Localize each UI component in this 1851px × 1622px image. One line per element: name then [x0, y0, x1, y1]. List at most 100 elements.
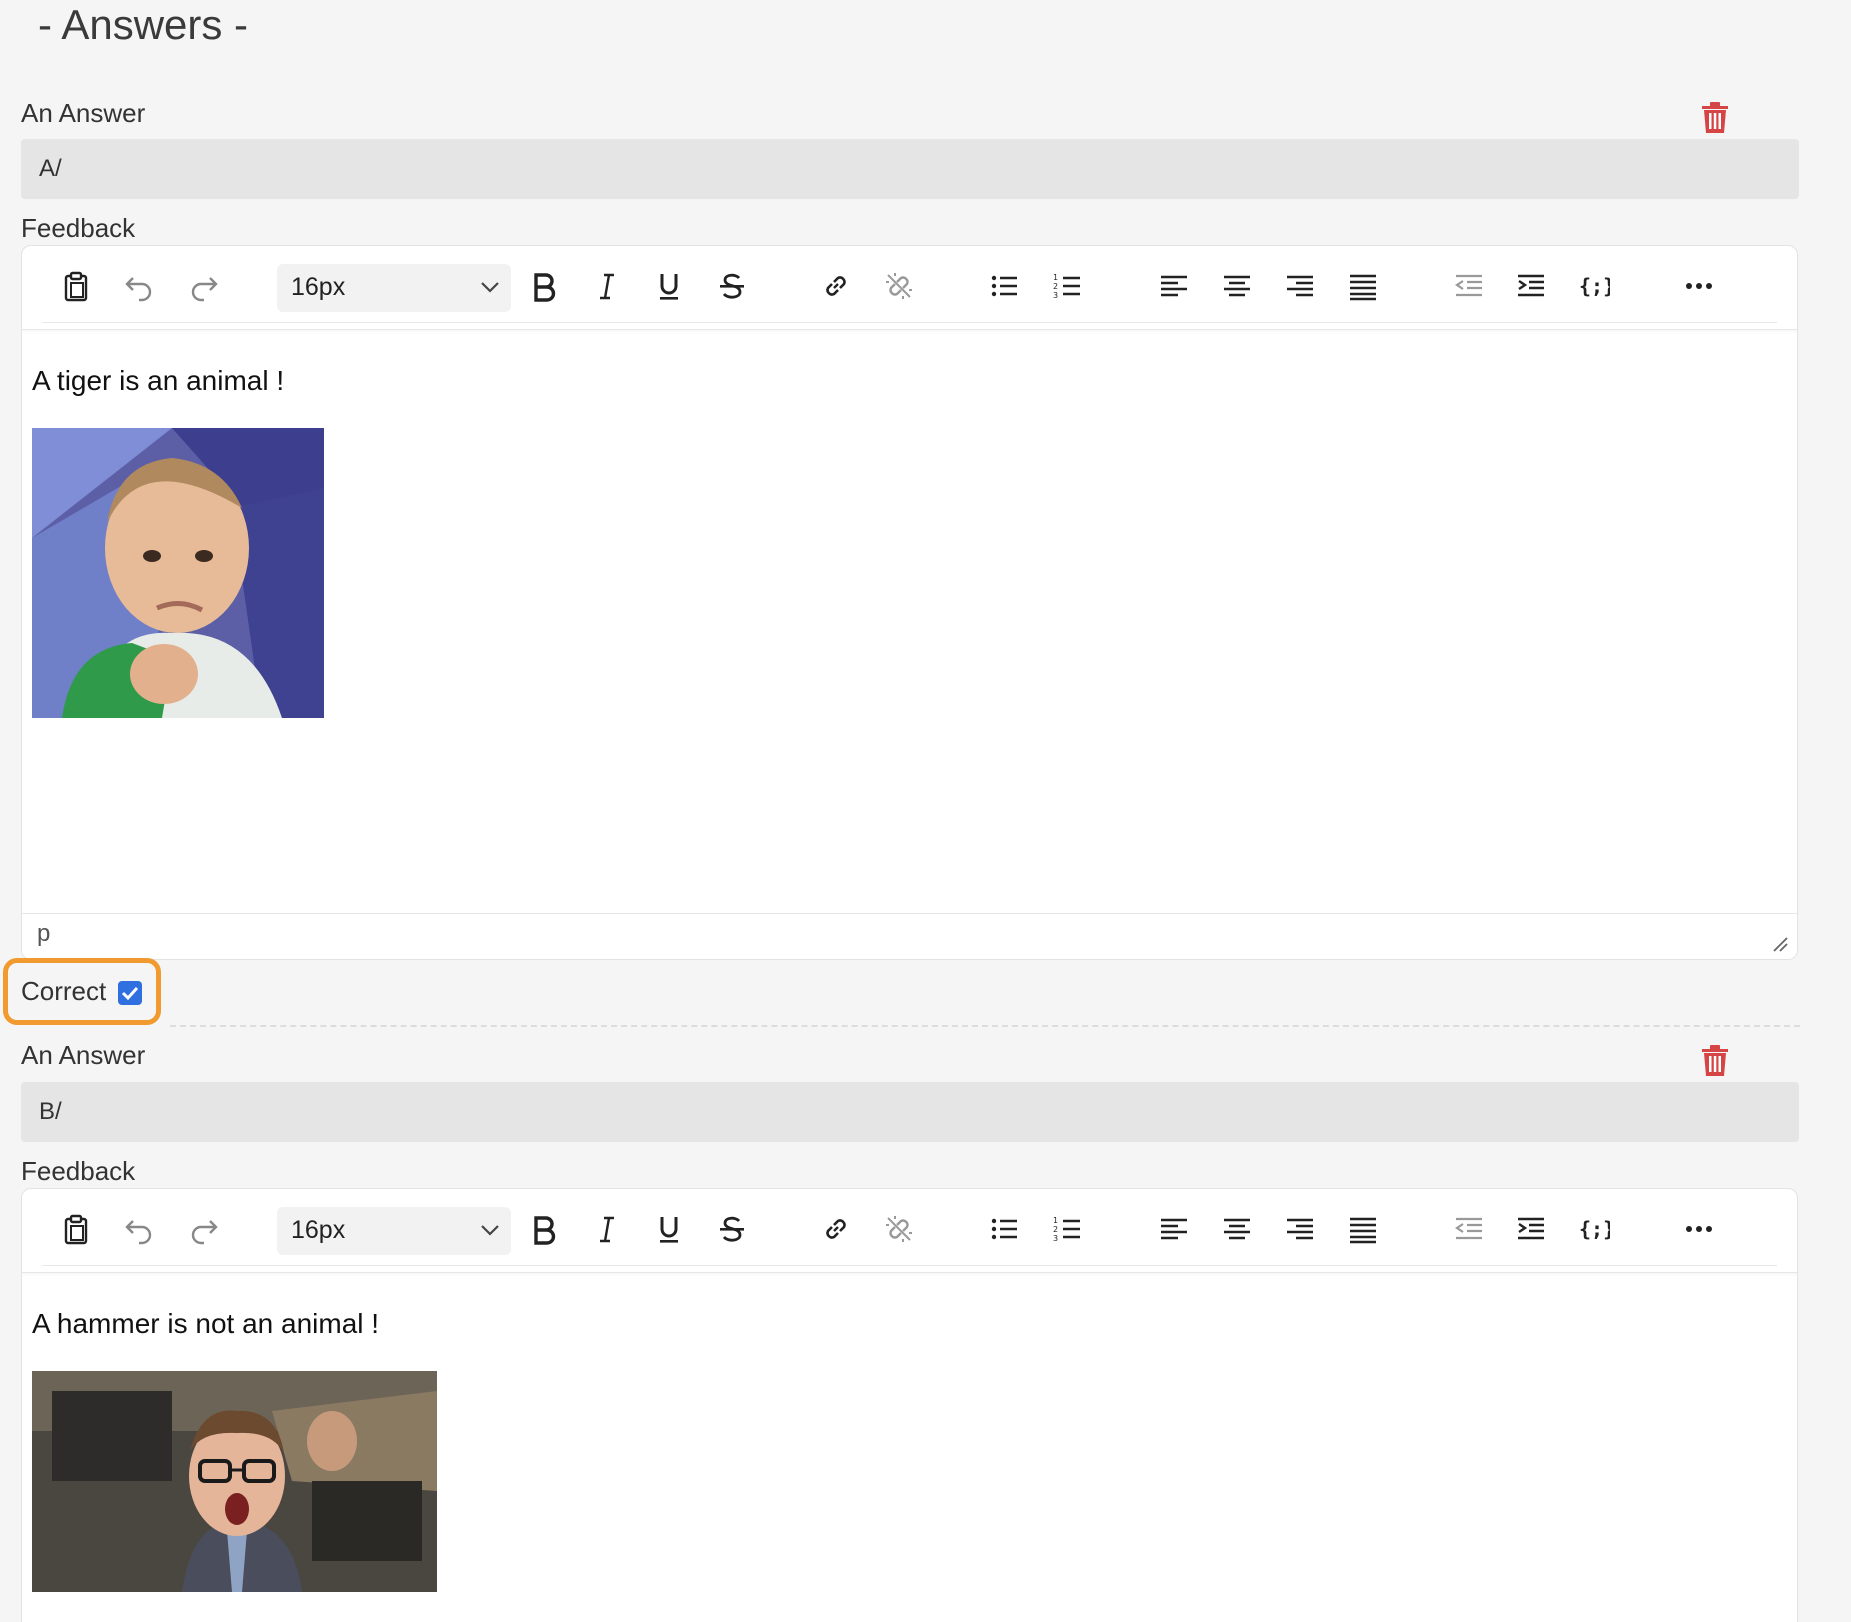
- undo-icon: [125, 1220, 152, 1245]
- strikethrough-button[interactable]: [710, 1207, 754, 1251]
- code-button[interactable]: {;}: [1572, 1207, 1616, 1251]
- delete-answer-button[interactable]: [1701, 1045, 1729, 1077]
- paste-button[interactable]: [54, 264, 98, 308]
- align-justify-button[interactable]: [1341, 264, 1385, 308]
- code-button[interactable]: {;}: [1572, 264, 1616, 308]
- trash-icon: [1702, 102, 1728, 133]
- numbered-list-icon: 123: [1053, 273, 1080, 300]
- more-button[interactable]: [1677, 1207, 1721, 1251]
- underline-button[interactable]: [647, 1207, 691, 1251]
- align-left-button[interactable]: [1152, 1207, 1196, 1251]
- align-center-icon: [1224, 275, 1250, 297]
- correct-checkbox[interactable]: [118, 981, 142, 1005]
- link-icon: [826, 1219, 846, 1239]
- unlink-button[interactable]: [877, 264, 921, 308]
- section-title: - Answers -: [38, 1, 249, 48]
- strikethrough-button[interactable]: [710, 264, 754, 308]
- svg-text:2: 2: [1053, 1225, 1058, 1234]
- indent-icon: [1518, 1217, 1544, 1240]
- align-right-button[interactable]: [1278, 264, 1322, 308]
- underline-button[interactable]: [647, 264, 691, 308]
- link-button[interactable]: [814, 264, 858, 308]
- bullet-list-button[interactable]: [983, 264, 1027, 308]
- indent-button[interactable]: [1509, 264, 1553, 308]
- underline-icon: [660, 274, 678, 300]
- correct-label: Correct: [21, 976, 107, 1006]
- bullet-list-icon: [991, 1218, 1017, 1240]
- outdent-icon: [1455, 1217, 1482, 1240]
- redo-button[interactable]: [182, 264, 226, 308]
- italic-icon: [600, 1216, 614, 1243]
- feedback-editor[interactable]: 16px: [21, 245, 1798, 960]
- redo-icon: [191, 277, 218, 302]
- feedback-editor[interactable]: 16px: [21, 1188, 1798, 1622]
- editor-content[interactable]: A tiger is an animal !: [32, 364, 324, 718]
- strikethrough-icon: [720, 273, 744, 299]
- checkmark-icon: [121, 986, 139, 1001]
- answer-input[interactable]: [21, 139, 1799, 199]
- unlink-icon: [886, 273, 912, 299]
- numbered-list-button[interactable]: 123: [1046, 1207, 1090, 1251]
- resize-handle-icon[interactable]: [1771, 935, 1789, 953]
- element-path[interactable]: p: [37, 920, 50, 948]
- align-right-button[interactable]: [1278, 1207, 1322, 1251]
- answer-label: An Answer: [21, 98, 146, 128]
- bullet-list-icon: [991, 275, 1017, 297]
- toolbar-divider: [42, 322, 1777, 323]
- paste-icon: [64, 1214, 88, 1245]
- code-icon: {;}: [1579, 274, 1610, 298]
- editor-content[interactable]: A hammer is not an animal !: [32, 1307, 437, 1592]
- bullet-list-button[interactable]: [983, 1207, 1027, 1251]
- font-size-select[interactable]: 16px: [277, 1207, 511, 1255]
- indent-button[interactable]: [1509, 1207, 1553, 1251]
- redo-button[interactable]: [182, 1207, 226, 1251]
- numbered-list-button[interactable]: 123: [1046, 264, 1090, 308]
- delete-answer-button[interactable]: [1701, 102, 1729, 134]
- align-right-icon: [1287, 1218, 1313, 1240]
- baby-fist-image: [32, 428, 324, 718]
- svg-text:1: 1: [1053, 1216, 1058, 1225]
- align-center-icon: [1224, 1218, 1250, 1240]
- link-button[interactable]: [814, 1207, 858, 1251]
- font-size-select[interactable]: 16px: [277, 264, 511, 312]
- align-left-button[interactable]: [1152, 264, 1196, 308]
- strikethrough-icon: [720, 1216, 744, 1242]
- answer-input[interactable]: [21, 1082, 1799, 1142]
- feedback-label: Feedback: [21, 213, 136, 243]
- undo-icon: [125, 277, 152, 302]
- editor-toolbar: 16px 1 2 3 {;: [22, 246, 1797, 330]
- trash-icon: [1702, 1045, 1728, 1076]
- outdent-icon: [1455, 274, 1482, 297]
- align-center-button[interactable]: [1215, 1207, 1259, 1251]
- italic-button[interactable]: [585, 264, 629, 308]
- bold-icon: [534, 1216, 556, 1245]
- svg-text:2: 2: [1053, 282, 1058, 291]
- feedback-label: Feedback: [21, 1156, 136, 1186]
- align-center-button[interactable]: [1215, 264, 1259, 308]
- toolbar-divider: [42, 1265, 1777, 1266]
- feedback-text: A hammer is not an animal !: [32, 1308, 380, 1339]
- align-justify-button[interactable]: [1341, 1207, 1385, 1251]
- answer-label: An Answer: [21, 1040, 146, 1070]
- align-left-icon: [1161, 1218, 1187, 1240]
- answer-divider: [170, 1025, 1800, 1027]
- feedback-text: A tiger is an animal !: [32, 365, 285, 396]
- more-button[interactable]: [1677, 264, 1721, 308]
- undo-button[interactable]: [117, 264, 161, 308]
- outdent-button[interactable]: [1447, 264, 1491, 308]
- paste-button[interactable]: [54, 1207, 98, 1251]
- italic-button[interactable]: [585, 1207, 629, 1251]
- font-size-value: 16px: [291, 273, 346, 301]
- bold-icon: [534, 273, 556, 302]
- bold-button[interactable]: [522, 1207, 566, 1251]
- svg-text:1: 1: [1053, 273, 1058, 282]
- outdent-button[interactable]: [1447, 1207, 1491, 1251]
- unlink-button[interactable]: [877, 1207, 921, 1251]
- undo-button[interactable]: [117, 1207, 161, 1251]
- font-size-value: 16px: [291, 1216, 346, 1244]
- link-icon: [826, 276, 846, 296]
- paste-icon: [64, 271, 88, 302]
- svg-text:3: 3: [1053, 1234, 1058, 1243]
- align-left-icon: [1161, 275, 1187, 297]
- bold-button[interactable]: [522, 264, 566, 308]
